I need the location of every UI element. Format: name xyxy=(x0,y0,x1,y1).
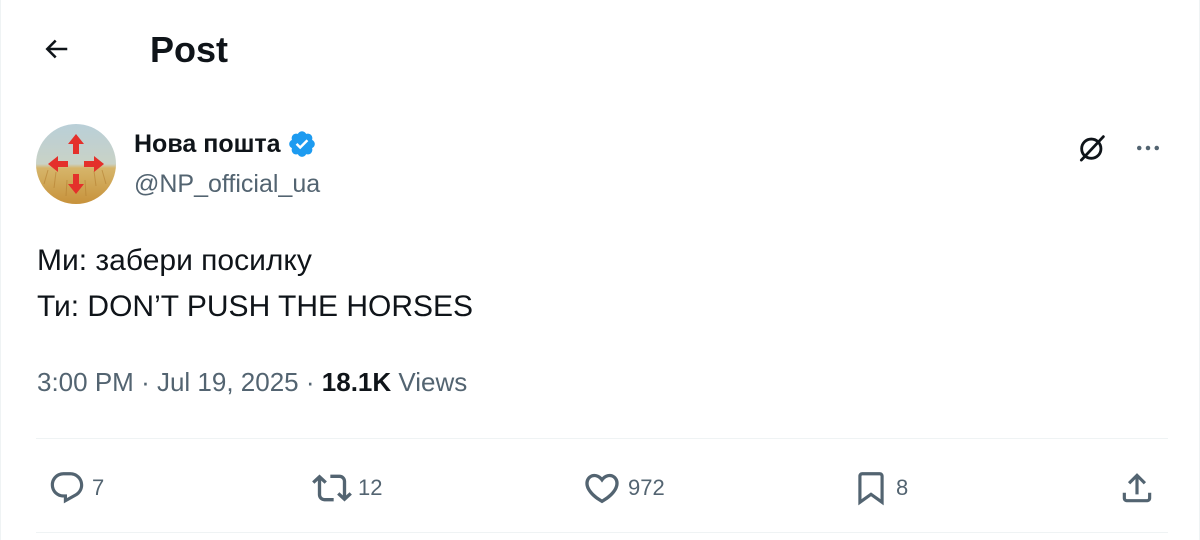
share-icon xyxy=(1122,473,1152,503)
post-page: Post Нова пошта @NP_official_ua Ми: забе… xyxy=(0,0,1200,540)
arrow-left-icon xyxy=(45,39,68,59)
tweet-text-line: Ти: DON’T PUSH THE HORSES xyxy=(37,290,474,323)
more-horizontal-icon xyxy=(1137,145,1159,151)
repost-icon xyxy=(312,474,352,502)
page-title: Post xyxy=(150,29,229,70)
more-options-button[interactable] xyxy=(1128,128,1168,168)
divider xyxy=(36,532,1168,533)
verified-badge-icon xyxy=(288,131,315,157)
like-button[interactable]: 972 xyxy=(582,468,665,508)
meta-separator: · xyxy=(141,367,150,397)
like-count: 972 xyxy=(628,475,665,500)
tweet-text-line: Ми: забери посилку xyxy=(37,244,312,277)
repost-button[interactable]: 12 xyxy=(312,468,382,508)
post-meta: 3:00 PM · Jul 19, 2025 · 18.1K Views xyxy=(37,364,467,400)
bookmark-button[interactable]: 8 xyxy=(852,468,908,508)
avatar[interactable] xyxy=(36,124,116,204)
back-button[interactable] xyxy=(34,27,78,71)
bookmark-icon xyxy=(858,472,884,506)
post-time[interactable]: 3:00 PM xyxy=(37,367,134,397)
reply-icon xyxy=(50,472,84,504)
author-name[interactable]: Нова пошта xyxy=(134,128,317,160)
left-border xyxy=(0,0,1,540)
post-date[interactable]: Jul 19, 2025 xyxy=(157,367,299,397)
heart-icon xyxy=(585,473,619,504)
reply-count: 7 xyxy=(92,475,105,500)
author-handle[interactable]: @NP_official_ua xyxy=(134,168,320,200)
grok-button[interactable] xyxy=(1072,128,1112,168)
share-button[interactable] xyxy=(1118,468,1156,508)
nova-poshta-logo-icon xyxy=(36,124,116,204)
meta-separator: · xyxy=(305,367,315,397)
views-count: 18.1K xyxy=(321,367,392,397)
tweet-text: Ми: забери посилку Ти: DON’T PUSH THE HO… xyxy=(37,238,473,330)
divider xyxy=(36,438,1168,439)
reply-button[interactable]: 7 xyxy=(48,468,104,508)
repost-count: 12 xyxy=(358,475,383,500)
views-label: Views xyxy=(398,367,468,397)
bookmark-count: 8 xyxy=(896,475,909,500)
author-display-name: Нова пошта xyxy=(134,130,281,158)
grok-icon xyxy=(1079,135,1105,162)
